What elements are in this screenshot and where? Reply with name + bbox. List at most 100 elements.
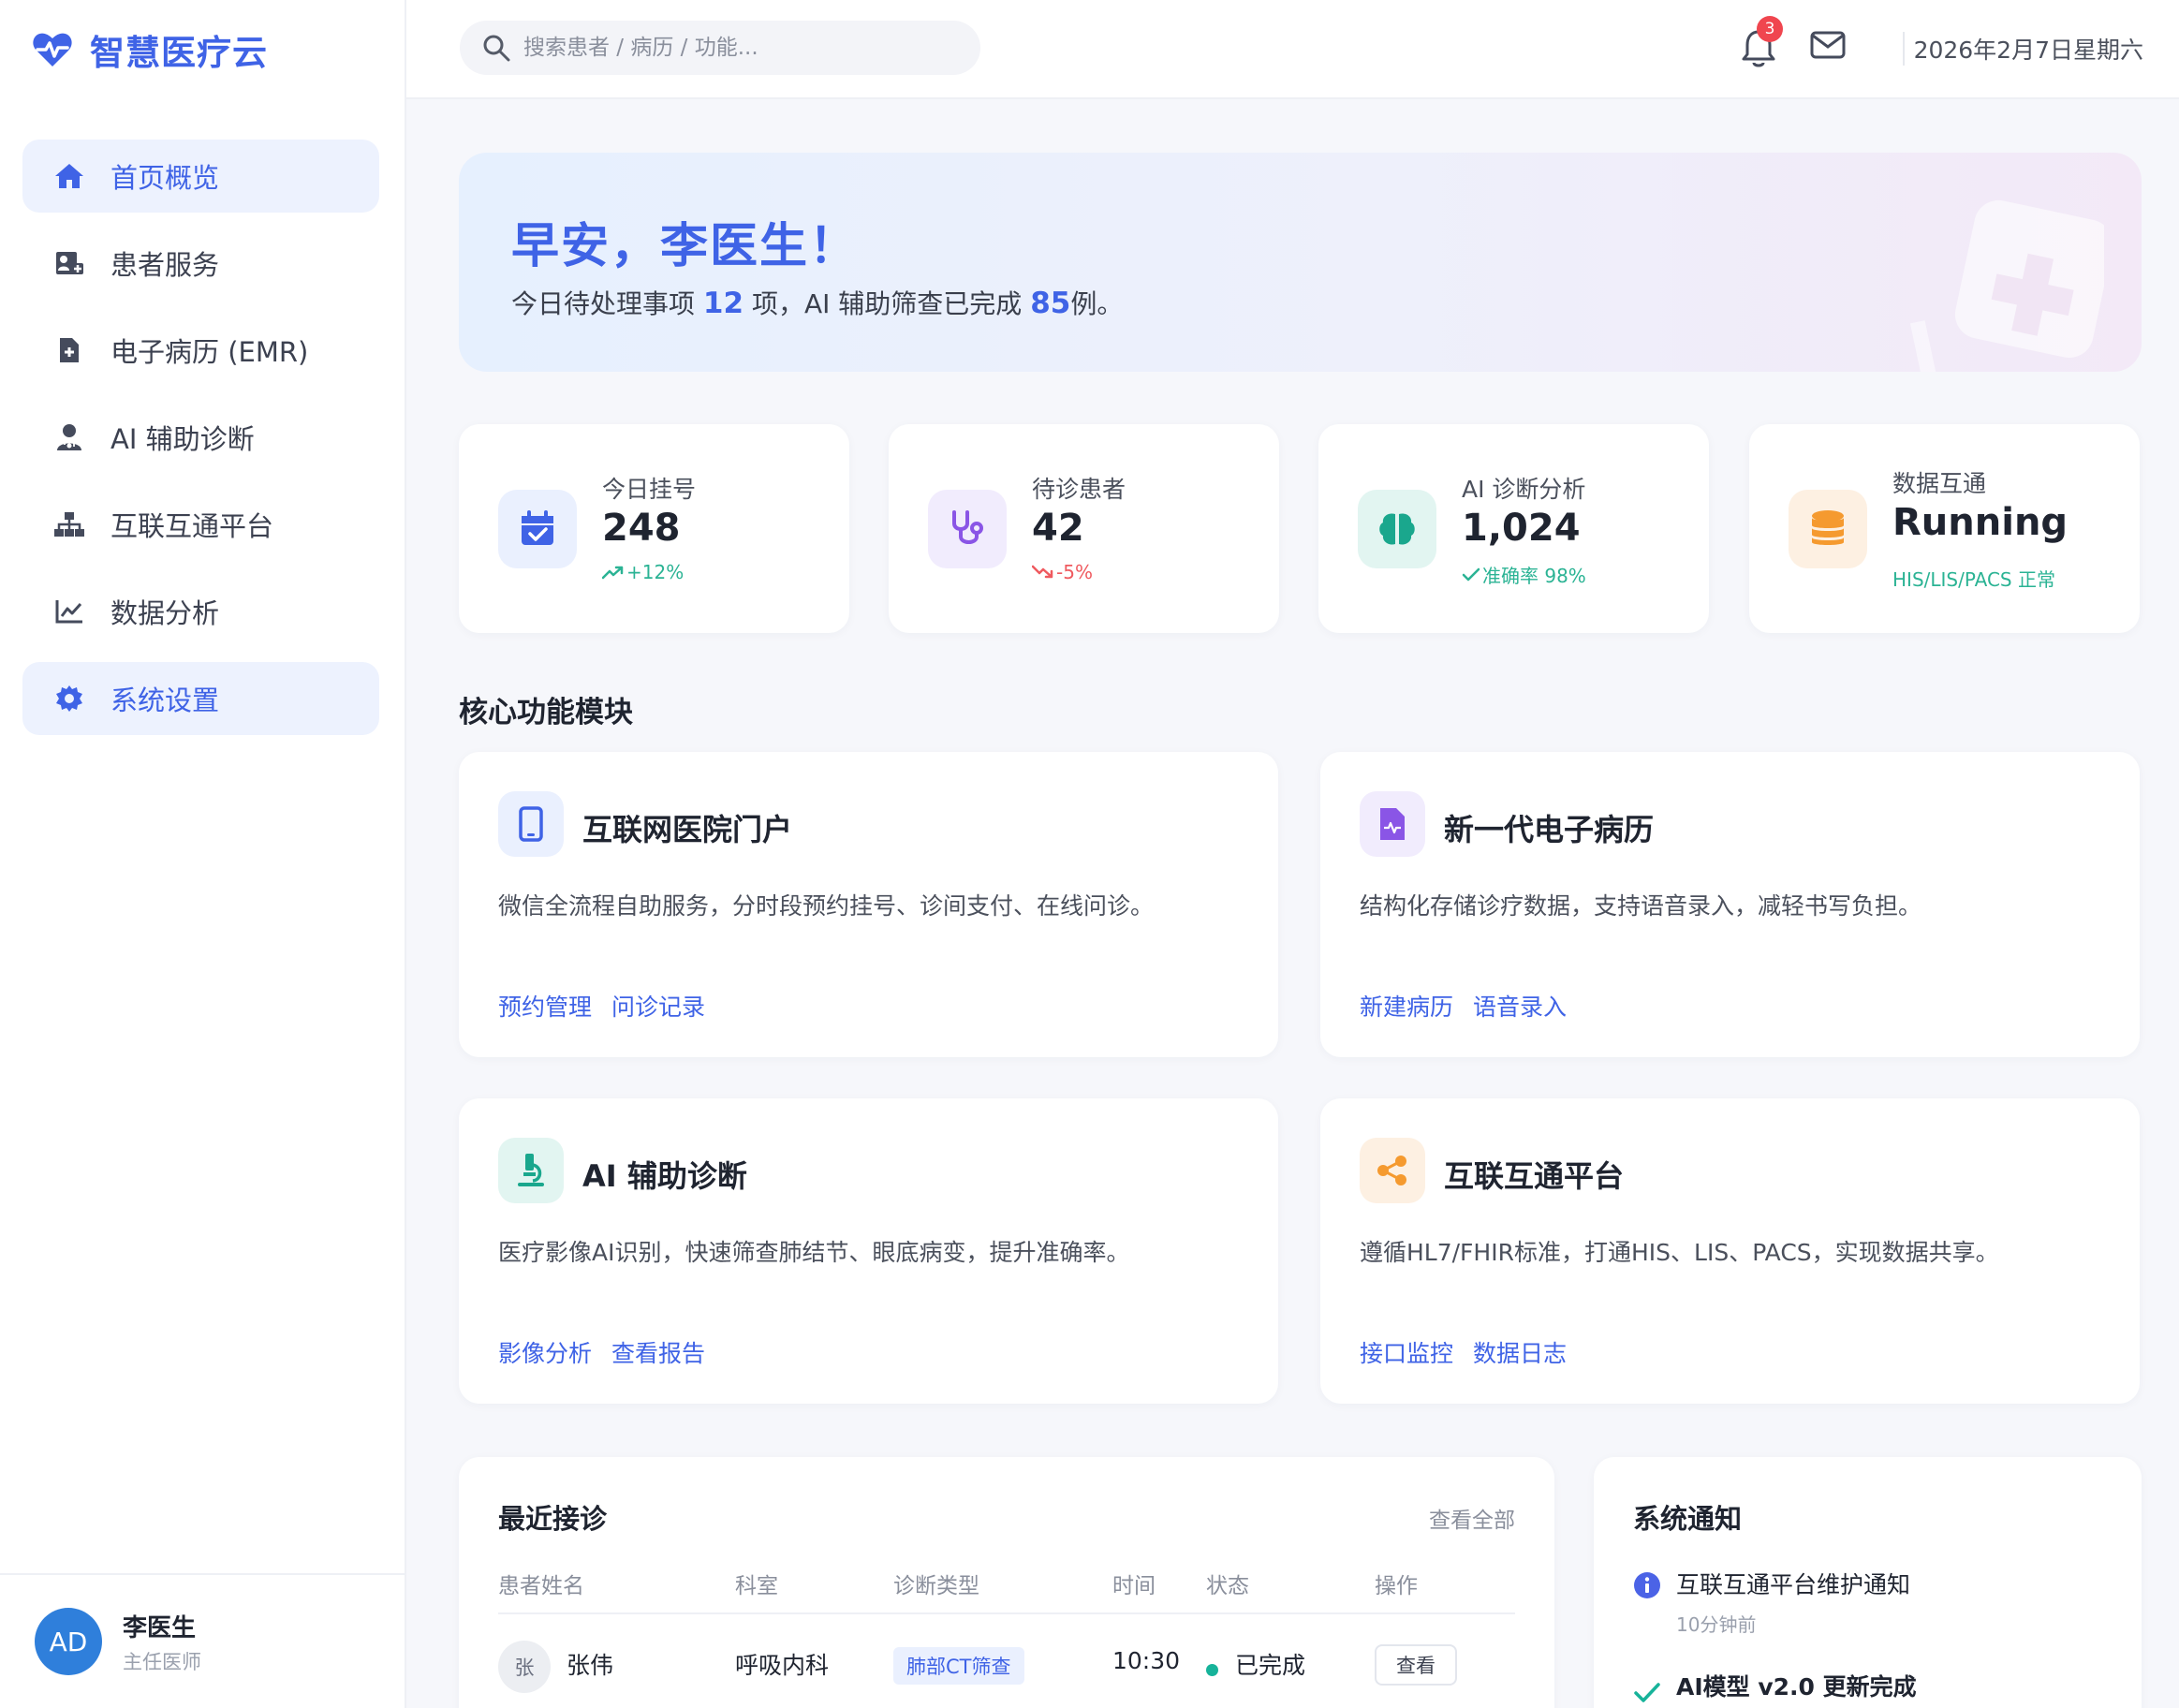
gear-icon <box>52 682 86 715</box>
sidebar-nav: 首页概览 患者服务 电子病历 (EMR) AI 辅助诊断 互联互通平台 数据分析… <box>22 140 379 749</box>
module-emr[interactable]: 新一代电子病历 结构化存储诊疗数据，支持语音录入，减轻书写负担。 新建病历 语音… <box>1320 752 2140 1057</box>
recent-consultations-panel: 最近接诊 查看全部 患者姓名 科室 诊断类型 时间 状态 操作 张 张伟 呼吸内… <box>459 1457 1554 1708</box>
column-header: 时间 <box>1112 1574 1156 1598</box>
current-date: 2026年2月7日星期六 <box>1913 37 2143 64</box>
status-text: 已完成 <box>1235 1652 1306 1679</box>
stat-label: 待诊患者 <box>1032 476 1126 503</box>
sidebar-item-label: 系统设置 <box>110 685 220 716</box>
view-button[interactable]: 查看 <box>1375 1644 1457 1686</box>
panel-title: 系统通知 <box>1633 1503 1743 1535</box>
stat-value: 248 <box>602 507 681 550</box>
sidebar-item-settings[interactable]: 系统设置 <box>22 662 379 735</box>
panel-title: 最近接诊 <box>498 1503 608 1535</box>
stat-trend-text: -5% <box>1056 561 1093 583</box>
status-dot <box>1206 1664 1218 1676</box>
brain-icon <box>1358 490 1436 568</box>
user-name: 李医生 <box>123 1613 197 1642</box>
trend-down-icon <box>1032 565 1054 580</box>
app-name: 智慧医疗云 <box>90 33 268 73</box>
module-ai-diagnosis[interactable]: AI 辅助诊断 医疗影像AI识别，快速筛查肺结节、眼底病变，提升准确率。 影像分… <box>459 1098 1278 1404</box>
welcome-title: 早安，李医生！ <box>511 219 860 274</box>
link-image-analysis[interactable]: 影像分析 <box>498 1335 592 1369</box>
screened-count: 85 <box>1030 287 1071 320</box>
user-role: 主任医师 <box>123 1650 201 1673</box>
stat-trend: +12% <box>602 561 684 583</box>
database-icon <box>1789 490 1867 568</box>
sidebar-item-analytics[interactable]: 数据分析 <box>22 575 379 648</box>
diagnosis-type-tag: 肺部CT筛查 <box>893 1647 1024 1685</box>
medical-kit-icon <box>1898 190 2104 372</box>
sidebar-item-emr[interactable]: 电子病历 (EMR) <box>22 314 379 387</box>
trend-up-icon <box>602 565 625 580</box>
mail-icon[interactable] <box>1809 29 1848 68</box>
topbar-divider <box>1903 32 1905 66</box>
table-header-divider <box>498 1612 1515 1614</box>
search-icon <box>482 34 510 62</box>
stat-label: 数据互通 <box>1892 470 1987 497</box>
stat-trend-text: HIS/LIS/PACS 正常 <box>1892 568 2055 591</box>
stat-value: Running <box>1892 501 2069 544</box>
doctor-icon <box>52 420 86 454</box>
stat-trend-text: +12% <box>626 561 685 583</box>
module-title: 互联互通平台 <box>1444 1158 1625 1194</box>
module-links: 接口监控 数据日志 <box>1360 1335 1567 1369</box>
stat-value: 42 <box>1032 507 1084 550</box>
search-box[interactable] <box>460 21 980 75</box>
system-notices-panel: 系统通知 互联互通平台维护通知 10分钟前 AI模型 v2.0 更新完成 <box>1594 1457 2142 1708</box>
module-description: 结构化存储诊疗数据，支持语音录入，减轻书写负担。 <box>1360 892 1922 920</box>
user-profile[interactable]: AD 李医生 主任医师 <box>0 1573 405 1708</box>
link-interface-monitor[interactable]: 接口监控 <box>1360 1335 1453 1369</box>
patient-avatar: 张 <box>498 1641 551 1693</box>
module-description: 医疗影像AI识别，快速筛查肺结节、眼底病变，提升准确率。 <box>498 1239 1130 1266</box>
notification-badge: 3 <box>1757 16 1783 42</box>
search-input[interactable] <box>523 36 954 60</box>
module-internet-hospital[interactable]: 互联网医院门户 微信全流程自助服务，分时段预约挂号、诊间支付、在线问诊。 预约管… <box>459 752 1278 1057</box>
welcome-banner: 早安，李医生！ 今日待处理事项 12 项，AI 辅助筛查已完成 85例。 <box>459 153 2142 372</box>
network-icon <box>52 508 86 541</box>
info-circle-icon <box>1633 1571 1661 1599</box>
stat-card-registrations[interactable]: 今日挂号 248 +12% <box>459 424 849 633</box>
link-voice-input[interactable]: 语音录入 <box>1473 989 1567 1023</box>
sidebar-item-label: 首页概览 <box>110 162 220 194</box>
link-new-record[interactable]: 新建病历 <box>1360 989 1453 1023</box>
microscope-icon <box>498 1138 564 1203</box>
patient-name: 张伟 <box>567 1652 614 1679</box>
view-all-link[interactable]: 查看全部 <box>1429 1502 1515 1534</box>
stat-card-waiting[interactable]: 待诊患者 42 -5% <box>889 424 1279 633</box>
sidebar-item-ai-diagnosis[interactable]: AI 辅助诊断 <box>22 401 379 474</box>
module-interop-platform[interactable]: 互联互通平台 遵循HL7/FHIR标准，打通HIS、LIS、PACS，实现数据共… <box>1320 1098 2140 1404</box>
link-consult-records[interactable]: 问诊记录 <box>611 989 705 1023</box>
patient-card-icon <box>52 246 86 280</box>
module-description: 遵循HL7/FHIR标准，打通HIS、LIS、PACS，实现数据共享。 <box>1360 1239 1999 1266</box>
column-header: 科室 <box>735 1574 778 1598</box>
sidebar: 智慧医疗云 首页概览 患者服务 电子病历 (EMR) AI 辅助诊断 互联互通平… <box>0 0 406 1708</box>
check-icon <box>1633 1682 1661 1704</box>
app-logo[interactable]: 智慧医疗云 <box>32 26 268 73</box>
stat-label: AI 诊断分析 <box>1462 476 1586 503</box>
stat-card-data-exchange[interactable]: 数据互通 Running HIS/LIS/PACS 正常 <box>1749 424 2140 633</box>
consult-time: 10:30 <box>1112 1647 1181 1674</box>
sidebar-item-patients[interactable]: 患者服务 <box>22 227 379 300</box>
column-header: 诊断类型 <box>893 1574 979 1598</box>
sidebar-item-label: 互联互通平台 <box>110 510 274 542</box>
module-links: 影像分析 查看报告 <box>498 1335 705 1369</box>
stat-value: 1,024 <box>1462 507 1581 550</box>
sidebar-item-label: AI 辅助诊断 <box>110 423 255 455</box>
sidebar-item-label: 患者服务 <box>110 249 220 281</box>
calendar-check-icon <box>498 490 577 568</box>
column-header: 操作 <box>1375 1574 1418 1598</box>
check-icon <box>1462 567 1480 582</box>
link-view-reports[interactable]: 查看报告 <box>611 1335 705 1369</box>
share-nodes-icon <box>1360 1138 1425 1203</box>
summary-prefix: 今日待处理事项 <box>511 288 696 319</box>
module-links: 预约管理 问诊记录 <box>498 989 705 1023</box>
mobile-icon <box>498 791 564 857</box>
welcome-summary: 今日待处理事项 12 项，AI 辅助筛查已完成 85例。 <box>511 284 1123 321</box>
module-title: 互联网医院门户 <box>582 812 793 847</box>
stat-card-ai-analysis[interactable]: AI 诊断分析 1,024 准确率 98% <box>1318 424 1709 633</box>
sidebar-item-label: 数据分析 <box>110 597 220 629</box>
sidebar-item-home[interactable]: 首页概览 <box>22 140 379 213</box>
link-appointments[interactable]: 预约管理 <box>498 989 592 1023</box>
sidebar-item-interop[interactable]: 互联互通平台 <box>22 488 379 561</box>
link-data-logs[interactable]: 数据日志 <box>1473 1335 1567 1369</box>
